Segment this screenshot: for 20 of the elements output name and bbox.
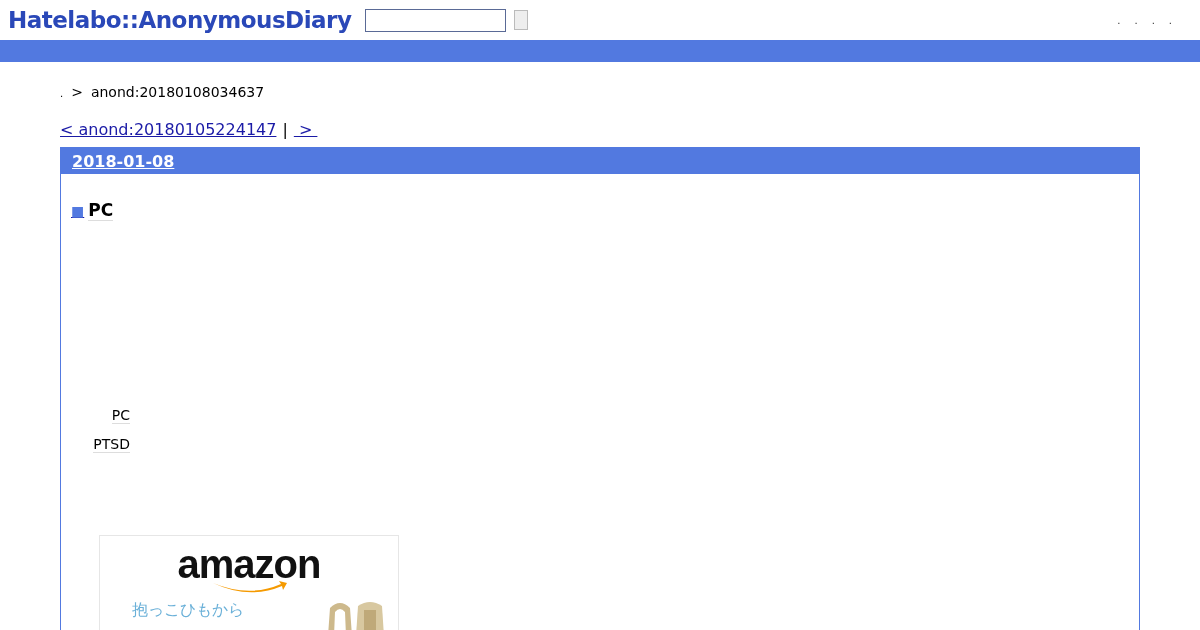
section-title: PC bbox=[88, 200, 114, 221]
breadcrumb-current: anond:20180108034637 bbox=[90, 84, 265, 100]
header-link[interactable]: . bbox=[1117, 14, 1121, 26]
next-link[interactable]: > bbox=[293, 120, 318, 139]
header-link[interactable]: . bbox=[1168, 14, 1172, 26]
ad-caption: 抱っこひもから bbox=[132, 600, 244, 621]
header-link[interactable]: . bbox=[1151, 14, 1155, 26]
header-link[interactable]: . bbox=[1134, 14, 1138, 26]
site-logo[interactable]: Hatelabo::AnonymousDiary bbox=[8, 7, 352, 33]
ad-logo: amazon bbox=[177, 544, 321, 584]
date-link[interactable]: 2018-01-08 bbox=[72, 151, 175, 171]
pager-separator: | bbox=[282, 120, 288, 139]
previous-link[interactable]: < anond:20180105224147 bbox=[60, 120, 277, 139]
search-field[interactable] bbox=[365, 8, 507, 32]
ad-banner[interactable]: amazon 抱っこひもから bbox=[99, 535, 399, 630]
keyword-link[interactable]: PTSD bbox=[93, 436, 130, 453]
keyword-link[interactable]: PC bbox=[111, 407, 130, 424]
breadcrumb-separator: > bbox=[71, 84, 83, 100]
home-link[interactable]: . bbox=[60, 88, 64, 99]
section-link[interactable]: ■ bbox=[71, 203, 85, 219]
